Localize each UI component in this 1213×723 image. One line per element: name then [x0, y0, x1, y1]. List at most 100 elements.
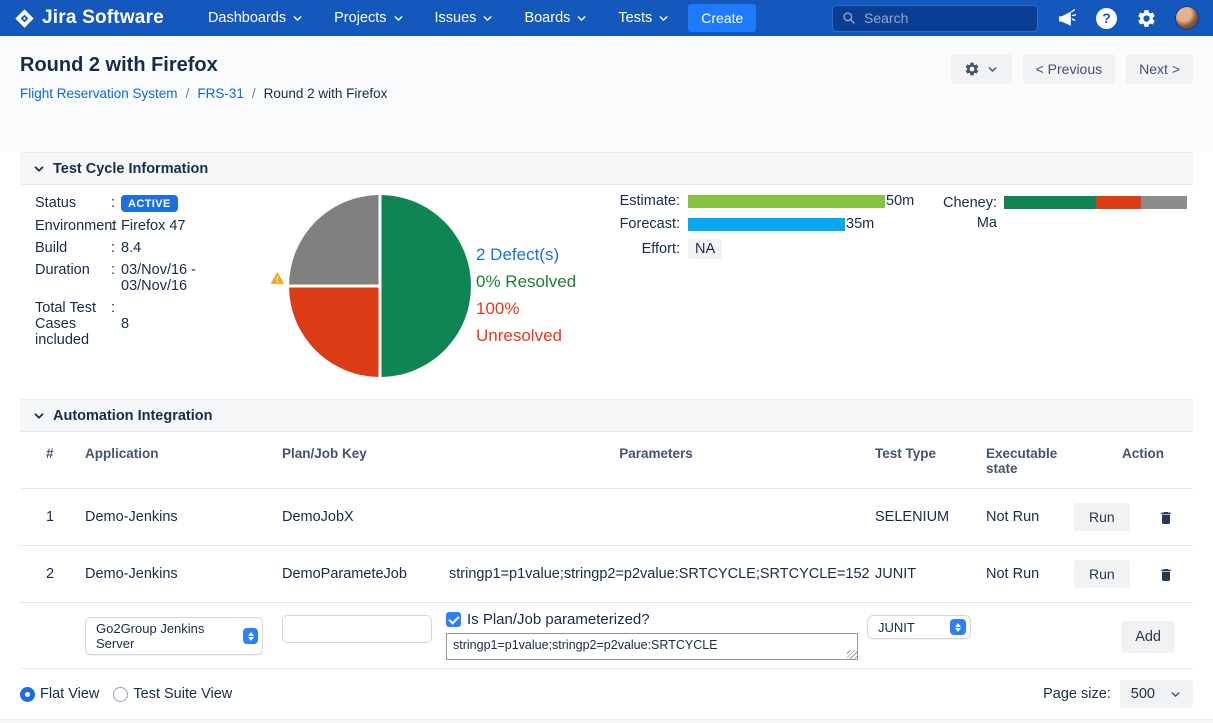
- breadcrumb-current: Round 2 with Firefox: [263, 86, 388, 101]
- nav-item-dashboards[interactable]: Dashboards: [208, 10, 304, 26]
- radio-unselected-icon: [113, 686, 129, 702]
- top-navbar: Jira Software Dashboards Projects Issues…: [0, 0, 1213, 36]
- nav-menu: Dashboards Projects Issues Boards Tests: [208, 10, 670, 26]
- global-search[interactable]: [832, 4, 1038, 32]
- previous-button[interactable]: < Previous: [1022, 54, 1116, 84]
- forecast-bar: [688, 217, 845, 231]
- page-size-label: Page size:: [1043, 686, 1111, 702]
- row-executable-state: Not Run: [982, 545, 1070, 602]
- defect-count-link[interactable]: 2 Defect(s): [476, 241, 601, 268]
- test-suite-view-radio[interactable]: Test Suite View: [113, 686, 232, 702]
- test-suite-view-label: Test Suite View: [133, 686, 233, 702]
- duration-value: 03/Nov/16 - 03/Nov/16: [121, 262, 196, 294]
- parameters-group: Is Plan/Job parameterized? stringp1=p1va…: [446, 611, 858, 665]
- row-application: Demo-Jenkins: [80, 488, 278, 546]
- trash-icon[interactable]: [1158, 510, 1174, 526]
- page-size-dropdown[interactable]: 500: [1119, 680, 1193, 708]
- nav-item-boards[interactable]: Boards: [524, 10, 588, 26]
- automation-section-header[interactable]: Automation Integration: [20, 399, 1193, 432]
- row-num: 1: [20, 488, 80, 546]
- select-stepper-icon: [950, 619, 966, 635]
- row-parameters: stringp1=p1value;stringp2=p2value:SRTCYC…: [445, 545, 870, 602]
- test-cycle-info-panel: Status : ACTIVE Environment : Firefox 47…: [0, 185, 1213, 399]
- announcements-icon[interactable]: [1056, 7, 1078, 29]
- brand-text: Jira Software: [42, 7, 164, 28]
- test-type-select[interactable]: JUNIT: [867, 615, 971, 639]
- jenkins-server-select[interactable]: Go2Group Jenkins Server: [85, 617, 263, 655]
- search-toolbar: ? JQL Search Adjust Bulk Operation Colum…: [0, 719, 1213, 723]
- row-test-type: JUNIT: [867, 545, 982, 602]
- next-button[interactable]: Next >: [1126, 54, 1193, 84]
- field-label: Duration: [35, 262, 90, 278]
- environment-value: Firefox 47: [121, 218, 186, 234]
- breadcrumb-separator: /: [185, 86, 190, 101]
- nav-item-label: Projects: [334, 10, 387, 26]
- user-avatar[interactable]: [1175, 6, 1199, 30]
- cycle-settings-button[interactable]: [950, 54, 1012, 84]
- run-button[interactable]: Run: [1074, 560, 1130, 588]
- col-header-test-type: Test Type: [875, 446, 937, 461]
- field-label: Build: [35, 240, 68, 256]
- view-toggle-row: Flat View Test Suite View Page size: 500: [0, 669, 1213, 719]
- build-value: 8.4: [121, 240, 142, 256]
- breadcrumb: Flight Reservation System / FRS-31 / Rou…: [20, 86, 387, 101]
- flat-view-label: Flat View: [40, 686, 100, 702]
- nav-item-label: Tests: [618, 10, 653, 26]
- run-button[interactable]: Run: [1074, 503, 1130, 531]
- nav-item-tests[interactable]: Tests: [618, 10, 670, 26]
- flat-view-radio[interactable]: Flat View: [20, 686, 99, 702]
- col-header-executable-state: Executable state: [986, 446, 1058, 476]
- search-input[interactable]: [864, 10, 1014, 26]
- assignee-progress-bar: [1004, 196, 1187, 209]
- create-button[interactable]: Create: [688, 4, 757, 32]
- row-num: 2: [20, 545, 80, 602]
- page-size-control: Page size: 500: [1043, 680, 1193, 708]
- parameters-textarea[interactable]: stringp1=p1value;stringp2=p2value:SRTCYC…: [446, 633, 858, 660]
- estimate-label: Estimate:: [619, 193, 680, 209]
- add-button[interactable]: Add: [1121, 621, 1175, 653]
- assignee-name: Cheney: Ma: [938, 193, 1004, 233]
- plan-job-key-input[interactable]: [282, 615, 432, 643]
- breadcrumb-project-link[interactable]: Flight Reservation System: [20, 86, 178, 101]
- row-plan-job-key: DemoJobX: [278, 488, 445, 546]
- defect-pie-chart: [289, 195, 471, 377]
- assignee-bar-segment: [1004, 196, 1096, 209]
- estimate-bar: [688, 194, 885, 208]
- chevron-down-icon: [293, 15, 302, 21]
- row-application: Demo-Jenkins: [80, 545, 278, 602]
- trash-icon[interactable]: [1158, 567, 1174, 583]
- jira-diamond-icon: [14, 8, 35, 29]
- forecast-label: Forecast:: [619, 216, 680, 232]
- col-header-plan-job-key: Plan/Job Key: [282, 446, 367, 461]
- jira-logo[interactable]: Jira Software: [14, 7, 164, 29]
- breadcrumb-issue-link[interactable]: FRS-31: [197, 86, 244, 101]
- chevron-down-icon: [394, 15, 402, 21]
- nav-item-label: Boards: [524, 10, 571, 26]
- collapse-chevron-icon: [34, 412, 44, 419]
- col-header-num: #: [46, 446, 54, 461]
- cycle-info-fields: Status : ACTIVE Environment : Firefox 47…: [35, 195, 285, 348]
- colon: :: [111, 218, 116, 234]
- estimate-value: 50m: [886, 193, 915, 209]
- field-label: Environment: [35, 218, 117, 234]
- chevron-down-icon: [988, 66, 997, 72]
- col-header-action: Action: [1122, 446, 1164, 461]
- select-value: Go2Group Jenkins Server: [96, 621, 205, 651]
- nav-item-issues[interactable]: Issues: [435, 10, 495, 26]
- header-actions: < Previous Next >: [950, 54, 1193, 84]
- row-parameters: [445, 488, 867, 546]
- help-icon[interactable]: ?: [1096, 7, 1117, 29]
- nav-right: ?: [832, 4, 1199, 32]
- test-cycle-section-header[interactable]: Test Cycle Information: [20, 152, 1193, 185]
- gear-icon[interactable]: [1135, 7, 1157, 29]
- collapse-chevron-icon: [34, 165, 44, 172]
- assignee-progress: Cheney: Ma: [938, 193, 1187, 233]
- parameterized-label: Is Plan/Job parameterized?: [467, 611, 650, 628]
- table-header-row: # Application Plan/Job Key Parameters Te…: [20, 432, 1193, 489]
- unresolved-label: 100% Unresolved: [476, 299, 562, 345]
- parameterized-checkbox[interactable]: [446, 612, 461, 627]
- nav-item-projects[interactable]: Projects: [334, 10, 404, 26]
- effort-label: Effort:: [641, 241, 680, 257]
- col-header-application: Application: [85, 446, 159, 461]
- gear-icon: [965, 62, 978, 76]
